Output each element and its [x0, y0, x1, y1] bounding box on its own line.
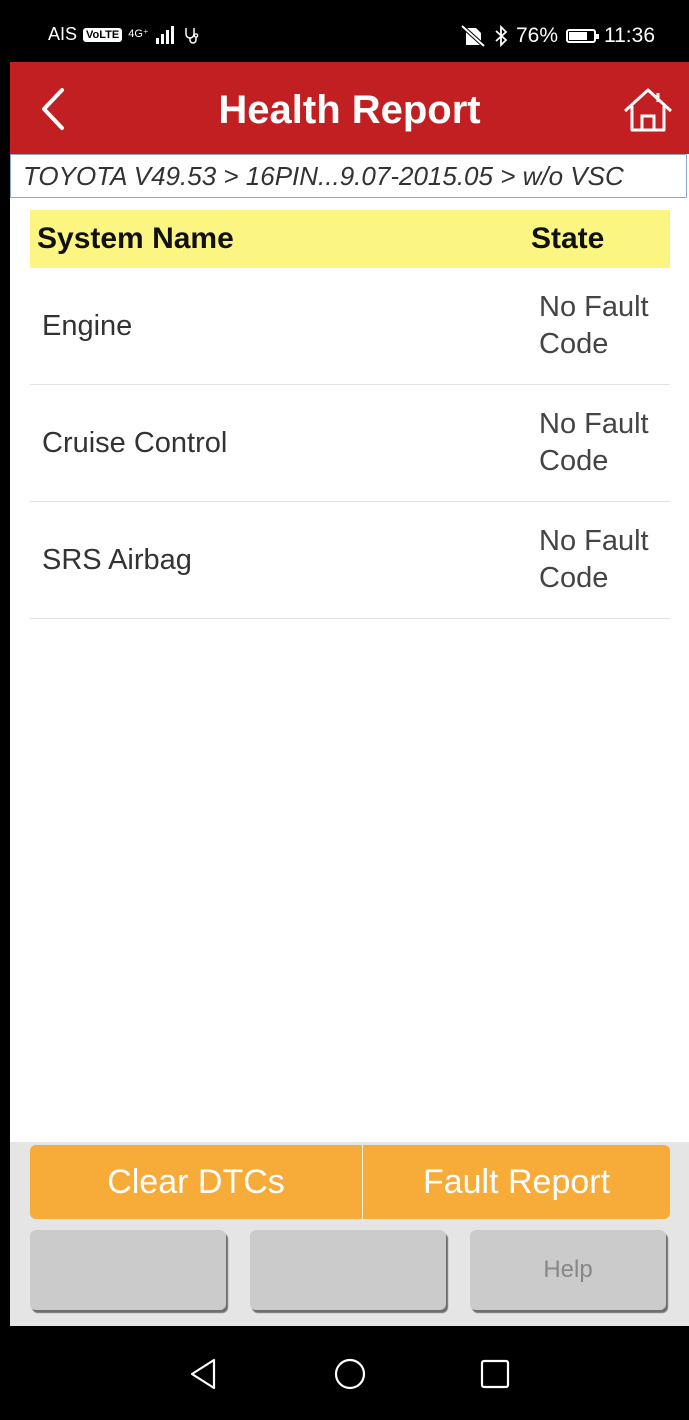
- table-row[interactable]: Engine No Fault Code: [30, 268, 670, 385]
- nav-back-icon[interactable]: [186, 1356, 222, 1392]
- no-sim-icon: [460, 25, 486, 47]
- breadcrumb: TOYOTA V49.53 > 16PIN...9.07-2015.05 > w…: [10, 154, 687, 198]
- home-button[interactable]: [621, 84, 675, 138]
- app-screen: AIS VoLTE 4G⁺ 76% 11:36 Health Report TO…: [10, 10, 689, 1420]
- volte-badge: VoLTE: [83, 27, 123, 42]
- status-right: 76% 11:36: [460, 24, 655, 48]
- battery-percent: 76%: [515, 24, 558, 47]
- home-icon: [623, 88, 673, 132]
- system-name-cell: Cruise Control: [42, 426, 228, 459]
- clock: 11:36: [604, 24, 655, 47]
- primary-actions: Clear DTCs Fault Report: [30, 1145, 670, 1219]
- column-header-system-name: System Name: [37, 222, 234, 255]
- clear-dtcs-button[interactable]: Clear DTCs: [30, 1145, 363, 1219]
- status-bar: AIS VoLTE 4G⁺ 76% 11:36: [10, 10, 689, 62]
- column-header-state: State: [531, 222, 605, 255]
- bluetooth-icon: [495, 25, 508, 47]
- network-type: 4G⁺: [128, 28, 149, 40]
- system-name-cell: SRS Airbag: [42, 543, 192, 576]
- blank-button-1[interactable]: [30, 1230, 226, 1310]
- fault-report-button[interactable]: Fault Report: [363, 1145, 670, 1219]
- state-cell: No Fault Code: [539, 525, 649, 594]
- page-title: Health Report: [218, 88, 481, 132]
- table-row[interactable]: SRS Airbag No Fault Code: [30, 502, 670, 619]
- nav-recents-icon[interactable]: [477, 1356, 513, 1392]
- battery-level: [569, 32, 588, 40]
- action-panel: Clear DTCs Fault Report Help: [10, 1142, 689, 1326]
- carrier-name: AIS: [48, 24, 78, 44]
- state-cell: No Fault Code: [539, 291, 649, 360]
- signal-icon: [155, 25, 174, 44]
- table-row[interactable]: Cruise Control No Fault Code: [30, 385, 670, 502]
- nav-home-icon[interactable]: [332, 1356, 368, 1392]
- app-header: Health Report: [10, 62, 689, 154]
- battery-icon: [566, 29, 599, 43]
- system-table: System Name State Engine No Fault Code C…: [30, 210, 670, 619]
- system-name-cell: Engine: [42, 309, 133, 342]
- table-header: System Name State: [30, 210, 670, 268]
- blank-button-2[interactable]: [250, 1230, 446, 1310]
- help-button[interactable]: Help: [470, 1230, 666, 1310]
- state-cell: No Fault Code: [539, 408, 649, 477]
- stethoscope-icon: [184, 27, 198, 44]
- status-left: AIS VoLTE 4G⁺: [48, 24, 201, 45]
- system-nav-bar: [10, 1326, 689, 1420]
